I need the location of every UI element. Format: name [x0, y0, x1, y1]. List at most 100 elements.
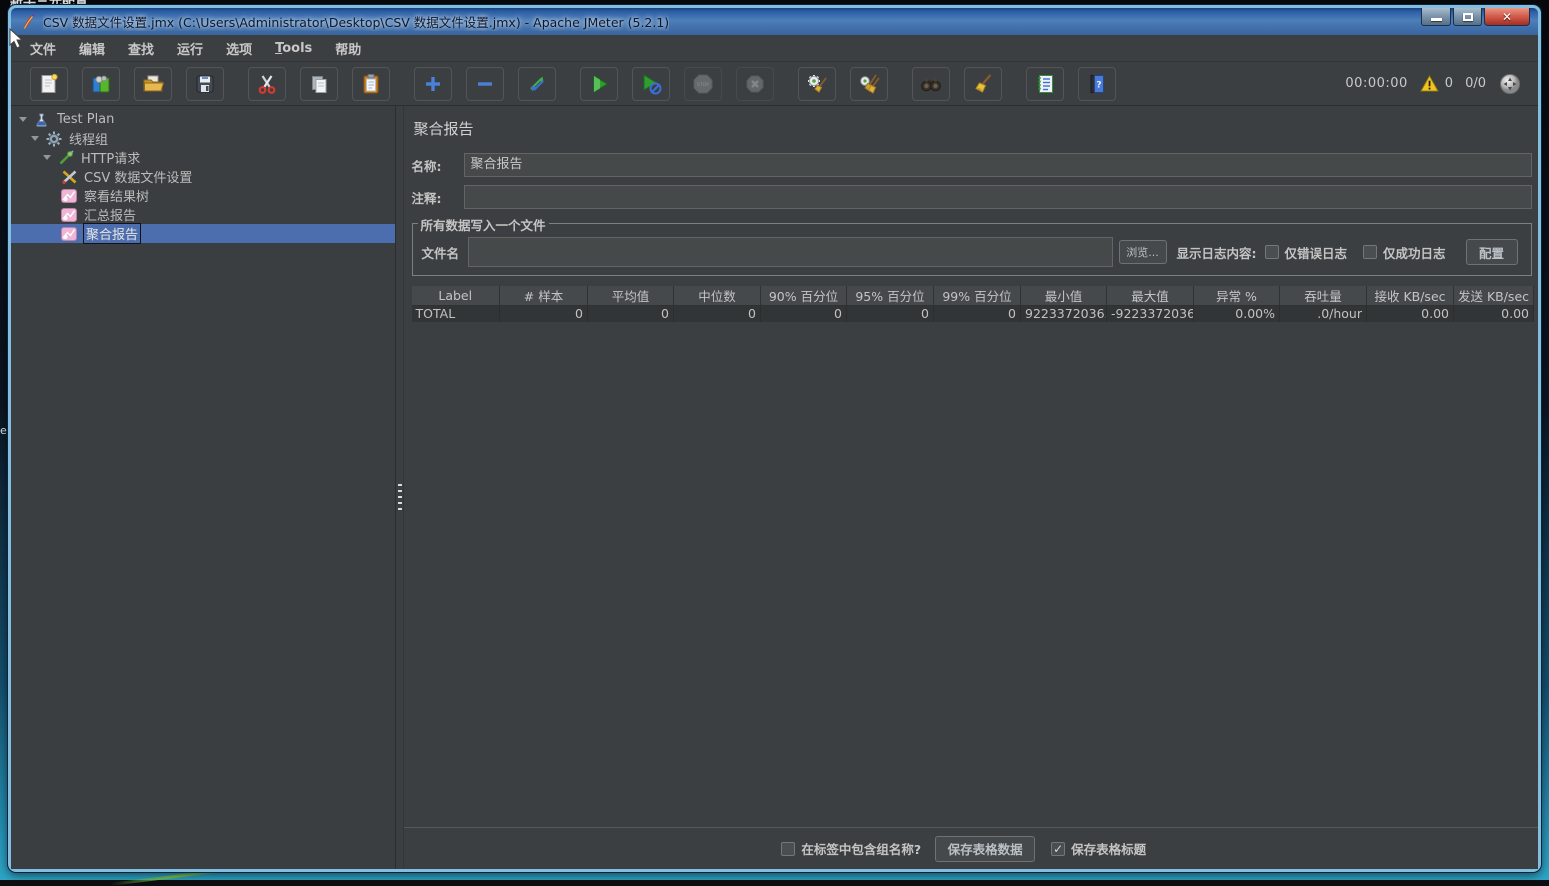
title-bar[interactable]: CSV 数据文件设置.jmx (C:\Users\Administrator\D… — [11, 8, 1538, 35]
col-samples[interactable]: # 样本 — [500, 286, 588, 306]
minimize-icon — [1431, 18, 1442, 21]
tree-item-aggregate-report[interactable]: 聚合报告 — [11, 224, 395, 243]
col-99pct[interactable]: 99% 百分位 — [934, 286, 1021, 306]
menu-bar: 文件 编辑 查找 运行 选项 Tools 帮助 — [11, 35, 1538, 62]
include-group-name-checkbox[interactable] — [781, 842, 795, 856]
search-button[interactable] — [912, 67, 950, 101]
toggle-button[interactable] — [518, 67, 556, 101]
tree-main-splitter[interactable] — [396, 106, 404, 869]
save-table-header-checkbox[interactable] — [1051, 842, 1065, 856]
binoculars-icon — [919, 72, 943, 96]
menu-tools[interactable]: Tools — [275, 41, 312, 56]
test-plan-flask-icon — [34, 112, 51, 128]
broom-icon — [971, 72, 995, 96]
tree-item-test-plan[interactable]: Test Plan — [11, 110, 395, 129]
splitter-grip-icon — [398, 484, 402, 512]
tree-item-label: Test Plan — [57, 112, 114, 127]
warning-icon[interactable] — [1420, 75, 1439, 92]
comment-input[interactable] — [464, 185, 1533, 209]
cell-average: 0 — [588, 306, 674, 322]
remove-button[interactable] — [466, 67, 504, 101]
cell-90pct: 0 — [761, 306, 847, 322]
expand-arrow-icon[interactable] — [19, 117, 27, 122]
save-button[interactable] — [186, 67, 224, 101]
clear-button[interactable] — [798, 67, 836, 101]
errors-only-checkbox[interactable] — [1265, 245, 1279, 259]
help-book-icon: ? — [1085, 72, 1109, 96]
start-no-pauses-button[interactable] — [632, 67, 670, 101]
save-table-header-label: 保存表格标题 — [1071, 839, 1146, 858]
col-max[interactable]: 最大值 — [1107, 286, 1194, 306]
menu-search[interactable]: 查找 — [128, 39, 154, 58]
gear-brooms-icon — [857, 72, 881, 96]
listener-chart-icon — [61, 188, 78, 204]
col-median[interactable]: 中位数 — [674, 286, 761, 306]
copy-button[interactable] — [300, 67, 338, 101]
menu-file[interactable]: 文件 — [30, 39, 56, 58]
svg-text:?: ? — [1096, 80, 1101, 90]
comment-label: 注释: — [412, 188, 464, 207]
filename-label: 文件名 — [422, 243, 468, 262]
tree-item-label: 线程组 — [69, 129, 108, 148]
col-min[interactable]: 最小值 — [1021, 286, 1107, 306]
shutdown-button[interactable] — [736, 67, 774, 101]
menu-edit[interactable]: 编辑 — [79, 39, 105, 58]
cut-button[interactable] — [248, 67, 286, 101]
paste-button[interactable] — [352, 67, 390, 101]
function-helper-button[interactable] — [1026, 67, 1064, 101]
cell-max: -9223372036... — [1107, 306, 1194, 322]
expand-arrow-icon[interactable] — [43, 155, 51, 160]
col-error-pct[interactable]: 异常 % — [1194, 286, 1280, 306]
expand-arrow-icon[interactable] — [31, 136, 39, 141]
clear-all-button[interactable] — [850, 67, 888, 101]
minimize-button[interactable] — [1421, 8, 1451, 26]
log-error-count: 0 — [1445, 76, 1453, 91]
browse-button[interactable]: 浏览... — [1119, 240, 1167, 264]
menu-help[interactable]: 帮助 — [335, 39, 361, 58]
stop-button[interactable]: STOP — [684, 67, 722, 101]
cell-min: 9223372036... — [1021, 306, 1107, 322]
minus-icon — [473, 72, 497, 96]
clipboard-icon — [359, 72, 383, 96]
menu-run[interactable]: 运行 — [177, 39, 203, 58]
clear-search-button[interactable] — [964, 67, 1002, 101]
cell-median: 0 — [674, 306, 761, 322]
close-button[interactable]: ✕ — [1484, 8, 1530, 26]
filename-input[interactable] — [468, 237, 1113, 267]
templates-button[interactable] — [82, 67, 120, 101]
col-90pct[interactable]: 90% 百分位 — [761, 286, 847, 306]
listener-chart-icon — [61, 226, 78, 242]
col-label[interactable]: Label — [412, 286, 500, 306]
csv-config-cross-icon — [61, 169, 78, 185]
write-results-group: 所有数据写入一个文件 文件名 浏览... 显示日志内容: 仅错误日志 仅成功日志… — [412, 223, 1533, 276]
name-input[interactable]: 聚合报告 — [464, 153, 1533, 177]
tree-item-http-request[interactable]: HTTP请求 — [11, 148, 395, 167]
configure-button[interactable]: 配置 — [1466, 239, 1518, 265]
tree-item-thread-group[interactable]: 线程组 — [11, 129, 395, 148]
green-play-icon — [587, 72, 611, 96]
tree-item-label: 察看结果树 — [84, 186, 149, 205]
col-average[interactable]: 平均值 — [588, 286, 674, 306]
tree-item-view-results-tree[interactable]: 察看结果树 — [11, 186, 395, 205]
save-table-data-button[interactable]: 保存表格数据 — [935, 836, 1035, 862]
maximize-icon — [1463, 13, 1473, 21]
listener-chart-icon — [61, 207, 78, 223]
tree-item-csv-config[interactable]: CSV 数据文件设置 — [11, 167, 395, 186]
col-95pct[interactable]: 95% 百分位 — [847, 286, 934, 306]
start-button[interactable] — [580, 67, 618, 101]
scissors-icon — [255, 72, 279, 96]
desktop-text-fragment: e — [0, 424, 7, 437]
tree-item-summary-report[interactable]: 汇总报告 — [11, 205, 395, 224]
new-file-button[interactable] — [30, 67, 68, 101]
add-button[interactable] — [414, 67, 452, 101]
menu-options[interactable]: 选项 — [226, 39, 252, 58]
col-sent[interactable]: 发送 KB/sec — [1454, 286, 1534, 306]
plus-icon — [421, 72, 445, 96]
maximize-button[interactable] — [1453, 8, 1482, 26]
col-throughput[interactable]: 吞吐量 — [1280, 286, 1367, 306]
success-only-checkbox[interactable] — [1363, 245, 1377, 259]
col-received[interactable]: 接收 KB/sec — [1367, 286, 1454, 306]
cell-received: 0.00 — [1367, 306, 1454, 322]
open-button[interactable] — [134, 67, 172, 101]
help-button[interactable]: ? — [1078, 67, 1116, 101]
